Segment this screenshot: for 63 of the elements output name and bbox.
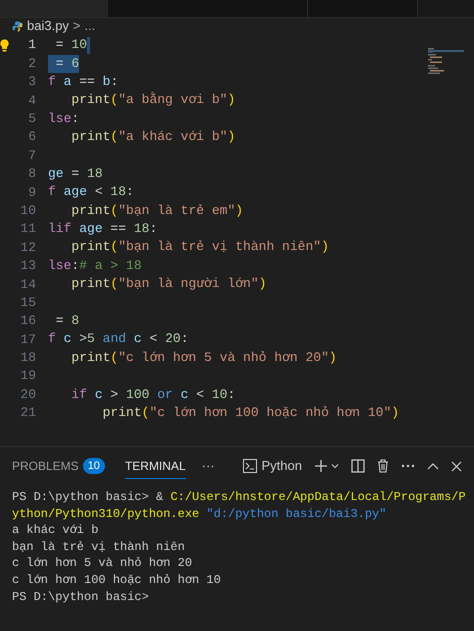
code-line: lse:	[48, 110, 80, 128]
code-line: print("c lớn hơn 5 và nhỏ hơn 20")	[70, 348, 337, 367]
line-number: 18	[19, 349, 37, 368]
panel-tab[interactable]: TERMINAL	[124, 453, 186, 479]
code-line: print("bạn là trẻ em")	[70, 202, 244, 220]
line-number: 17	[19, 330, 37, 349]
line-number: 16	[19, 312, 37, 330]
code-line: print("bạn là trẻ vị thành niên")	[70, 238, 329, 256]
trash-icon[interactable]	[377, 459, 389, 473]
count-badge: 10	[82, 458, 105, 474]
line-number: 20	[19, 386, 37, 404]
line-number: 8	[27, 165, 37, 184]
terminal-output-line: a khác với b	[12, 522, 100, 539]
line-number: 15	[19, 294, 37, 312]
code-line: = 8	[54, 312, 80, 330]
code-line: f a == b:	[48, 72, 118, 91]
line-number: 3	[27, 73, 37, 92]
code-line: print("a bằng vơi b")	[70, 91, 236, 110]
code-line: ge = 18	[48, 164, 103, 183]
code-line: if c > 100 or c < 10:	[70, 386, 236, 404]
minimap[interactable]	[428, 48, 464, 74]
line-number: 5	[27, 110, 37, 128]
chevron-down-icon[interactable]	[331, 462, 339, 470]
code-line: print("bạn là người lớn")	[70, 275, 266, 294]
code-line: = 10	[54, 36, 88, 54]
close-icon[interactable]	[451, 460, 462, 472]
python-file-icon	[12, 20, 23, 32]
line-number: 21	[19, 404, 37, 422]
more-icon[interactable]	[401, 464, 415, 468]
breadcrumb-item[interactable]: bai3.py	[27, 16, 69, 36]
line-number: 10	[19, 202, 37, 220]
line-number: 19	[19, 367, 37, 386]
chevron-up-icon[interactable]	[427, 462, 439, 470]
terminal-command: PS D:\python basic> & C:/Users/hnstore/AppData/Local/Programs/Python/Python310/python.exe "d:/python basic/bai3.py"	[12, 489, 467, 522]
line-number: 1	[27, 36, 37, 54]
line-number: 13	[19, 257, 37, 276]
line-number: 7	[27, 146, 37, 165]
line-number: 12	[19, 238, 37, 257]
line-number: 9	[27, 184, 37, 202]
code-line: lif age == 18:	[48, 220, 158, 238]
more-button[interactable]: ···	[202, 456, 215, 476]
line-number: 2	[27, 54, 37, 73]
terminal-output-line: bạn là trẻ vị thành niên	[12, 538, 186, 556]
breadcrumb-item[interactable]: ...	[84, 16, 96, 36]
terminal-profile-button[interactable]: Python	[242, 456, 302, 476]
code-line: print("a khác với b")	[70, 128, 236, 146]
code-line: print("c lớn hơn 100 hoặc nhỏ hơn 10")	[102, 404, 400, 422]
line-number: 14	[19, 276, 37, 294]
line-number: 4	[27, 92, 37, 110]
terminal-output-line: PS D:\python basic>	[12, 588, 150, 606]
plus-icon[interactable]	[314, 459, 328, 473]
panel-tab[interactable]: PROBLEMS 10	[12, 453, 105, 479]
code-line: f age < 18:	[48, 183, 134, 202]
breadcrumb-separator: >	[72, 17, 81, 36]
code-line: lse:# a > 18	[48, 256, 142, 275]
terminal-output-line: c lớn hơn 5 và nhỏ hơn 20	[12, 555, 194, 572]
split-icon[interactable]	[351, 459, 365, 473]
terminal-icon	[242, 459, 257, 473]
terminal-output-line: c lớn hơn 100 hoặc nhỏ hơn 10	[12, 572, 222, 589]
lightbulb-icon[interactable]	[0, 39, 9, 52]
line-number: 6	[27, 128, 37, 146]
line-number: 11	[19, 220, 37, 238]
code-line: f c >5 and c < 20:	[48, 330, 188, 348]
